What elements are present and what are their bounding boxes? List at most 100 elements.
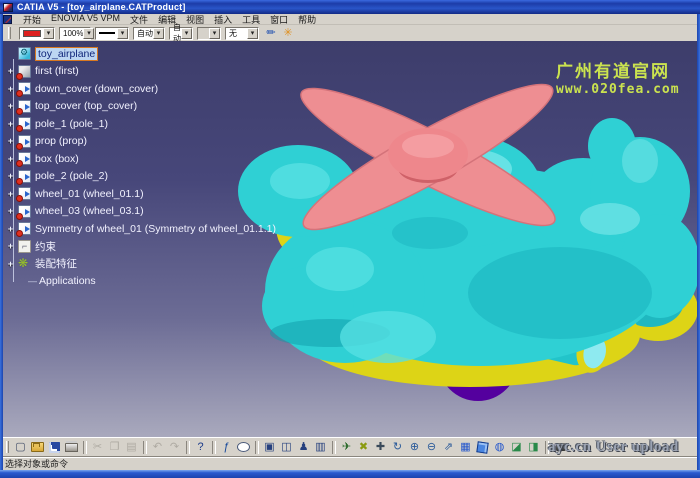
chevron-down-icon[interactable]: ▾ (247, 28, 258, 39)
tree-item-wheel-03[interactable]: + wheel_03 (wheel_03.1) (4, 203, 304, 221)
fill-color-combo[interactable]: ▾ (19, 27, 55, 40)
viewport-3d[interactable]: 广州有道官网 www.020fea.com toy_airplane + (0, 41, 700, 437)
menu-enovia-v5-vpm[interactable]: ENOVIA V5 VPM (46, 13, 125, 26)
menu-start[interactable]: 开始 (18, 13, 46, 26)
render-style-combo: ▾ (197, 27, 221, 40)
tree-item-top-cover[interactable]: + top_cover (top_cover) (4, 98, 304, 116)
expand-plus-icon[interactable]: + (4, 66, 17, 76)
people-icon[interactable]: ♟ (296, 440, 311, 455)
chevron-down-icon[interactable]: ▾ (43, 28, 54, 39)
tree-item-wheel-01[interactable]: + wheel_01 (wheel_01.1) (4, 185, 304, 203)
tree-item-box[interactable]: + box (box) (4, 150, 304, 168)
save-icon[interactable] (47, 440, 62, 455)
tree-item-applications[interactable]: Applications (0, 273, 304, 291)
iso-view-icon[interactable] (475, 440, 490, 455)
tree-node-icon (18, 170, 31, 183)
knowledge-fx-icon[interactable]: ƒ (219, 440, 234, 455)
tree-item-prop[interactable]: + prop (prop) (4, 133, 304, 151)
tree-node-icon (18, 187, 31, 200)
expand-plus-icon[interactable]: + (4, 241, 17, 251)
hide-show-icon[interactable]: ◪ (509, 440, 524, 455)
zoom-in-icon[interactable]: ⊕ (407, 440, 422, 455)
layer-combo[interactable]: 无 ▾ (225, 27, 259, 40)
tree-item-symmetry-of-wheel-01[interactable]: + Symmetry of wheel_01 (Symmetry of whee… (4, 220, 304, 238)
toolbar-separator (543, 440, 550, 455)
copy-icon: ❐ (107, 440, 122, 455)
line-weight-combo[interactable]: 自动 ▾ (133, 27, 165, 40)
menu-file[interactable]: 文件 (125, 13, 153, 26)
expand-plus-icon[interactable]: + (4, 101, 17, 111)
window-border-left (0, 14, 3, 470)
point-style-combo[interactable]: 自动 ▾ (169, 27, 193, 40)
toolbar-separator (184, 440, 191, 455)
pan-icon[interactable]: ✚ (373, 440, 388, 455)
expand-plus-icon[interactable]: + (4, 206, 17, 216)
app-icon (3, 3, 13, 12)
wizard-icon[interactable]: ✳ (280, 26, 296, 40)
menu-window[interactable]: 窗口 (265, 13, 293, 26)
print-icon[interactable] (64, 440, 79, 455)
tree-item-assembly-features[interactable]: + 装配特征 (4, 255, 304, 273)
rotate-icon[interactable]: ↻ (390, 440, 405, 455)
color-swatch (23, 30, 41, 37)
tree-node-label: wheel_03 (wheel_03.1) (35, 205, 144, 217)
redo-icon: ↷ (167, 440, 182, 455)
tree-node-label: pole_2 (pole_2) (35, 170, 108, 182)
chevron-down-icon[interactable]: ▾ (181, 28, 192, 39)
multi-view-icon[interactable]: ▦ (458, 440, 473, 455)
line-type-combo[interactable]: ▾ (95, 27, 129, 40)
status-bar: 选择对象或命令 (0, 456, 700, 470)
menu-insert[interactable]: 插入 (209, 13, 237, 26)
help-icon[interactable]: ? (193, 440, 208, 455)
menu-help[interactable]: 帮助 (293, 13, 321, 26)
tree-node-label: toy_airplane (35, 47, 98, 61)
zoom-out-icon[interactable]: ⊖ (424, 440, 439, 455)
catalog-icon[interactable]: ▣ (262, 440, 277, 455)
expand-plus-icon[interactable]: + (4, 136, 17, 146)
toolbar-separator (141, 440, 148, 455)
tree-item-first[interactable]: + first (first) (4, 63, 304, 81)
opacity-combo[interactable]: 100% ▾ (59, 27, 91, 40)
tree-node-label: pole_1 (pole_1) (35, 118, 108, 130)
normal-view-icon[interactable]: ⇗ (441, 440, 456, 455)
painter-icon[interactable]: ✏ (263, 26, 279, 40)
chevron-down-icon[interactable]: ▾ (153, 28, 164, 39)
tree-item-constraints[interactable]: + 约束 (4, 238, 304, 256)
chevron-down-icon[interactable]: ▾ (83, 28, 94, 39)
fly-mode-icon[interactable]: ✈ (339, 440, 354, 455)
link-manager-icon[interactable]: ◫ (279, 440, 294, 455)
render-style-icon[interactable]: ◍ (492, 440, 507, 455)
expand-plus-icon[interactable]: + (4, 171, 17, 181)
open-folder-icon[interactable] (30, 440, 45, 455)
expand-plus-icon[interactable]: + (4, 259, 17, 269)
tree-item-toy-airplane[interactable]: toy_airplane (4, 45, 304, 63)
window-border-bottom (0, 470, 700, 478)
tree-node-icon (18, 100, 31, 113)
message-bubble-icon[interactable] (236, 440, 251, 455)
menu-tools[interactable]: 工具 (237, 13, 265, 26)
tree-node-icon (18, 135, 31, 148)
tree-node-label: 约束 (35, 239, 56, 254)
tree-item-down-cover[interactable]: + down_cover (down_cover) (4, 80, 304, 98)
specification-tree: toy_airplane + first (first) + down_cove… (4, 45, 304, 290)
tree-item-pole-1[interactable]: + pole_1 (pole_1) (4, 115, 304, 133)
swap-visible-icon[interactable]: ◨ (526, 440, 541, 455)
tree-node-label: box (box) (35, 153, 79, 165)
tree-node-label: first (first) (35, 65, 79, 77)
chevron-down-icon[interactable]: ▾ (117, 28, 128, 39)
catia-window: CATIA V5 - [toy_airplane.CATProduct] 开始E… (0, 0, 700, 478)
toolbar-separator (253, 440, 260, 455)
window-title: CATIA V5 - [toy_airplane.CATProduct] (17, 2, 186, 12)
tree-node-label: top_cover (top_cover) (35, 100, 137, 112)
toolbar-grip[interactable] (6, 441, 9, 453)
tree-node-label: Symmetry of wheel_01 (Symmetry of wheel_… (35, 223, 276, 235)
menu-view[interactable]: 视图 (181, 13, 209, 26)
toolbar-grip[interactable] (8, 27, 11, 39)
fit-all-icon[interactable]: ✖ (356, 440, 371, 455)
camera-icon[interactable] (552, 440, 567, 455)
new-document-icon[interactable]: ▢ (13, 440, 28, 455)
tree-node-label: 装配特征 (35, 256, 77, 271)
tree-item-pole-2[interactable]: + pole_2 (pole_2) (4, 168, 304, 186)
data-structure-icon[interactable]: ▥ (313, 440, 328, 455)
tree-node-icon (18, 82, 31, 95)
